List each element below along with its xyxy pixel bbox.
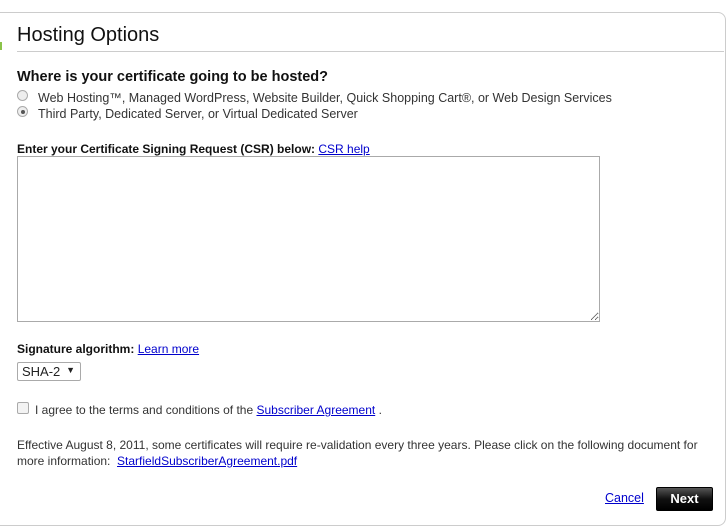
- effective-notice: Effective August 8, 2011, some certifica…: [17, 437, 717, 469]
- hosting-question: Where is your certificate going to be ho…: [17, 69, 328, 85]
- cancel-link[interactable]: Cancel: [605, 491, 644, 505]
- signature-label-text: Signature algorithm:: [17, 342, 135, 356]
- selected-algorithm: SHA-2: [22, 364, 61, 379]
- pdf-link[interactable]: StarfieldSubscriberAgreement.pdf: [117, 454, 297, 468]
- csr-label: Enter your Certificate Signing Request (…: [17, 142, 370, 156]
- subscriber-agreement-link[interactable]: Subscriber Agreement: [256, 403, 375, 417]
- radio-third-party[interactable]: [17, 106, 28, 117]
- radio-web-hosting-label[interactable]: Web Hosting™, Managed WordPress, Website…: [38, 91, 612, 105]
- agree-text: I agree to the terms and conditions of t…: [35, 403, 382, 417]
- next-button[interactable]: Next: [656, 487, 713, 511]
- radio-third-party-label[interactable]: Third Party, Dedicated Server, or Virtua…: [38, 107, 358, 121]
- page-title: Hosting Options: [17, 24, 160, 46]
- signature-label: Signature algorithm: Learn more: [17, 342, 199, 356]
- signature-algorithm-select[interactable]: SHA-2 ▼: [17, 362, 81, 381]
- title-divider: [17, 51, 724, 52]
- learn-more-link[interactable]: Learn more: [138, 342, 199, 356]
- dropdown-arrow-icon: ▼: [66, 365, 75, 375]
- agree-checkbox[interactable]: [17, 402, 29, 414]
- radio-web-hosting[interactable]: [17, 90, 28, 101]
- agree-text-before: I agree to the terms and conditions of t…: [35, 403, 254, 417]
- csr-label-text: Enter your Certificate Signing Request (…: [17, 142, 316, 156]
- csr-help-link[interactable]: CSR help: [318, 142, 369, 156]
- agree-text-after: .: [378, 403, 382, 417]
- csr-input[interactable]: [17, 156, 600, 322]
- accent-mark: [0, 42, 2, 50]
